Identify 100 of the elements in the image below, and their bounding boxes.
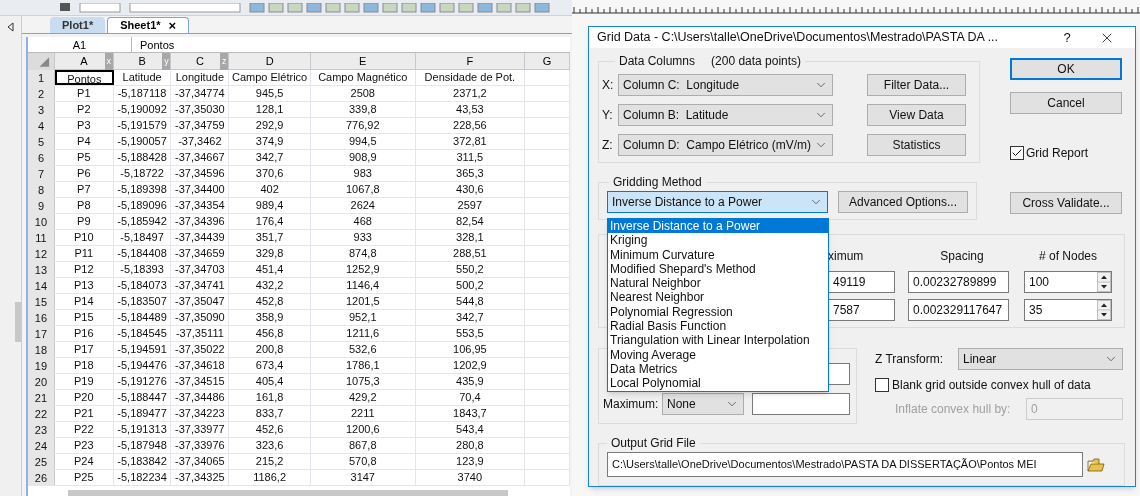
row-number[interactable]: 6 <box>28 150 55 165</box>
table-cell: 1211,6 <box>310 326 416 341</box>
row-number[interactable]: 21 <box>28 390 55 405</box>
sheet-tab[interactable]: Plot1* <box>50 17 106 33</box>
row-number[interactable]: 12 <box>28 246 55 261</box>
table-cell: 833,7 <box>229 406 311 421</box>
data-button[interactable]: Statistics <box>867 134 966 156</box>
maximum-field[interactable]: 7587 <box>828 299 895 321</box>
row-number[interactable]: 22 <box>28 406 55 421</box>
row-number[interactable]: 15 <box>28 294 55 309</box>
table-cell: P19 <box>54 374 114 389</box>
formula-field[interactable]: Pontos <box>132 37 570 52</box>
table-cell: -37,34396 <box>171 214 230 229</box>
data-button[interactable]: View Data <box>867 104 966 126</box>
row-number[interactable]: 19 <box>28 358 55 373</box>
method-option[interactable]: Modified Shepard's Method <box>608 261 828 277</box>
row-number[interactable]: 4 <box>28 118 55 133</box>
row-number[interactable]: 18 <box>28 342 55 357</box>
table-cell: 328,1 <box>415 230 526 245</box>
column-header[interactable]: F <box>415 53 526 69</box>
maximum-value-field[interactable] <box>752 393 850 415</box>
column-label: ximum <box>828 248 865 265</box>
method-option[interactable]: Local Polynomial <box>608 376 828 391</box>
table-cell: -5,189096 <box>113 198 172 213</box>
z-transform-select[interactable]: Linear <box>958 348 1123 370</box>
method-option[interactable]: Inverse Distance to a Power <box>608 219 828 234</box>
spacing-field[interactable]: 0.002329117647 <box>908 299 1009 321</box>
row-number[interactable]: 26 <box>28 470 55 485</box>
grid-report-checkbox[interactable] <box>1010 146 1024 160</box>
row-number[interactable]: 5 <box>28 134 55 149</box>
method-option[interactable]: Minimum Curvature <box>608 247 828 262</box>
row-number[interactable]: 7 <box>28 166 55 181</box>
table-cell: 543,4 <box>415 422 526 437</box>
dialog-button[interactable]: OK <box>1010 58 1122 80</box>
row-number[interactable]: 9 <box>28 198 55 213</box>
method-option[interactable]: Natural Neighbor <box>608 276 828 291</box>
maximum-select[interactable]: None <box>662 393 744 415</box>
method-option[interactable]: Kriging <box>608 233 828 248</box>
table-cell: 311,5 <box>415 150 526 165</box>
table-cell: -5,194476 <box>113 358 172 373</box>
table-cell: P10 <box>54 230 114 245</box>
row-number[interactable]: 11 <box>28 230 55 245</box>
column-header[interactable]: A x <box>54 53 114 69</box>
advanced-options-button[interactable]: Advanced Options... <box>838 191 968 213</box>
blank-grid-checkbox[interactable] <box>875 378 889 392</box>
table-cell: -5,185942 <box>113 214 172 229</box>
column-header[interactable]: G <box>525 53 570 69</box>
scroll-left-icon[interactable] <box>6 22 15 32</box>
row-number[interactable]: 8 <box>28 182 55 197</box>
tab-close[interactable]: × <box>168 19 177 32</box>
data-button[interactable]: Filter Data... <box>867 74 966 96</box>
row-number[interactable]: 17 <box>28 326 55 341</box>
column-header[interactable]: E <box>310 53 416 69</box>
row-number[interactable]: 10 <box>28 214 55 229</box>
method-select[interactable]: Inverse Distance to a Power <box>607 191 828 213</box>
table-cell: -5,187118 <box>113 86 172 101</box>
row-number[interactable]: 14 <box>28 278 55 293</box>
method-option[interactable]: Triangulation with Linear Interpolation <box>608 333 828 348</box>
table-cell: -5,184545 <box>113 326 172 341</box>
column-header[interactable]: D <box>229 53 311 69</box>
column-select[interactable]: Column C: Longitude <box>618 74 833 96</box>
scrollbar-thumb[interactable] <box>14 302 21 342</box>
table-cell: -5,189477 <box>113 406 172 421</box>
column-header[interactable]: B y <box>113 53 172 69</box>
table-cell: -37,34759 <box>171 118 230 133</box>
method-option[interactable]: Moving Average <box>608 347 828 362</box>
sheet-tab[interactable]: Sheet1* × <box>107 17 190 33</box>
row-number[interactable]: 16 <box>28 310 55 325</box>
help-button[interactable]: ? <box>1047 27 1087 48</box>
column-header[interactable]: C z <box>171 53 230 69</box>
method-option[interactable]: Radial Basis Function <box>608 319 828 334</box>
select-all-corner[interactable] <box>28 53 55 70</box>
folder-icon[interactable] <box>1087 457 1105 472</box>
table-cell: 451,4 <box>229 262 311 277</box>
row-number[interactable]: 3 <box>28 102 55 117</box>
table-cell: 933 <box>310 230 416 245</box>
row-number[interactable]: 25 <box>28 454 55 469</box>
method-option[interactable]: Nearest Neighbor <box>608 290 828 305</box>
spacing-field[interactable]: 0.00232789899 <box>908 271 1009 293</box>
dialog-button[interactable]: Cancel <box>1010 92 1122 114</box>
method-option[interactable]: Data Metrics <box>608 361 828 377</box>
maximum-field[interactable]: 49119 <box>828 271 895 293</box>
table-cell: P25 <box>54 470 114 485</box>
horizontal-scrollbar[interactable] <box>68 490 508 496</box>
row-number[interactable]: 1 <box>28 70 55 85</box>
method-option[interactable]: Polynomial Regression <box>608 304 828 320</box>
table-cell: 342,7 <box>229 150 311 165</box>
table-cell: -5,191313 <box>113 422 172 437</box>
column-select[interactable]: Column D: Campo Elétrico (mV/m) <box>618 134 833 156</box>
row-number[interactable]: 23 <box>28 422 55 437</box>
row-number[interactable]: 20 <box>28 374 55 389</box>
table-cell: 1786,1 <box>310 358 416 373</box>
row-number[interactable]: 24 <box>28 438 55 453</box>
cross-validate-button[interactable]: Cross Validate... <box>1010 192 1122 214</box>
table-cell: 952,1 <box>310 310 416 325</box>
table-cell: P20 <box>54 390 114 405</box>
row-number[interactable]: 13 <box>28 262 55 277</box>
column-select[interactable]: Column B: Latitude <box>618 104 833 126</box>
row-number[interactable]: 2 <box>28 86 55 101</box>
output-path-field[interactable]: C:\Users\talle\OneDrive\Documentos\Mestrado\PASTA DA DISSERTAÇÃO\Pontos MEI <box>607 452 1083 477</box>
